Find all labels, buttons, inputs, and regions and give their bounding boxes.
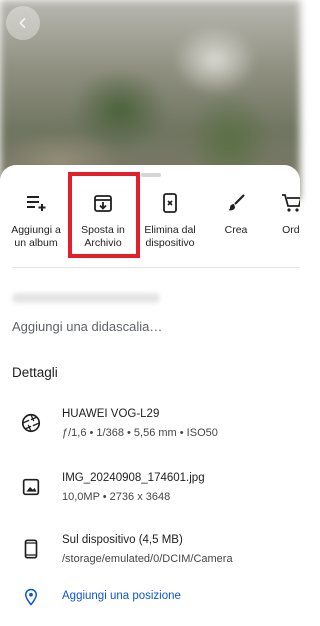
delete-from-device-icon — [163, 193, 177, 213]
camera-specs: ƒ/1,6 • 1/368 • 5,56 mm • ISO50 — [62, 427, 218, 439]
back-icon — [19, 17, 26, 29]
create-button[interactable]: Crea — [206, 183, 266, 269]
action-label: Elimina dal dispositivo — [144, 224, 196, 249]
action-label: Sposta in Archivio — [81, 224, 125, 249]
camera-model: HUAWEI VOG-L29 — [62, 408, 160, 420]
add-to-album-button[interactable]: Aggiungi a un album — [0, 183, 72, 269]
archive-icon — [94, 195, 112, 212]
file-info-row: IMG_20240908_174601.jpg 10,0MP • 2736 x … — [0, 467, 300, 507]
details-sheet: Aggiungi a un album Sposta in Archivio E… — [0, 165, 300, 626]
add-location-label: Aggiungi una posizione — [62, 590, 181, 602]
location-pin-icon — [24, 588, 38, 606]
move-to-archive-button[interactable]: Sposta in Archivio — [69, 183, 137, 269]
cart-icon — [282, 194, 300, 212]
sheet-drag-handle[interactable] — [141, 173, 161, 177]
file-name: IMG_20240908_174601.jpg — [62, 472, 205, 484]
brush-icon — [228, 194, 245, 211]
storage-size: Sul dispositivo (4,5 MB) — [62, 534, 183, 546]
action-label: Aggiungi a un album — [11, 224, 61, 249]
delete-from-device-button[interactable]: Elimina dal dispositivo — [136, 183, 204, 269]
date-time-redacted[interactable] — [12, 293, 160, 303]
smartphone-icon — [24, 539, 38, 559]
action-bar: Aggiungi a un album Sposta in Archivio E… — [0, 183, 300, 269]
caption-input[interactable]: Aggiungi una didascalia… — [12, 319, 162, 334]
divider — [12, 267, 300, 268]
camera-info-row: HUAWEI VOG-L29 ƒ/1,6 • 1/368 • 5,56 mm •… — [0, 403, 300, 443]
add-to-playlist-icon — [27, 196, 46, 211]
camera-aperture-icon — [21, 413, 41, 433]
details-heading: Dettagli — [12, 365, 58, 380]
file-specs: 10,0MP • 2736 x 3648 — [62, 491, 171, 503]
order-button[interactable]: Ordi — [272, 183, 300, 269]
image-icon — [22, 478, 40, 496]
storage-info-row: Sul dispositivo (4,5 MB) /storage/emulat… — [0, 529, 300, 569]
action-label: Ordi — [282, 224, 300, 236]
back-button[interactable] — [6, 6, 40, 40]
add-location-button[interactable]: Aggiungi una posizione — [0, 587, 300, 609]
storage-path: /storage/emulated/0/DCIM/Camera — [62, 553, 233, 565]
action-label: Crea — [224, 224, 248, 236]
